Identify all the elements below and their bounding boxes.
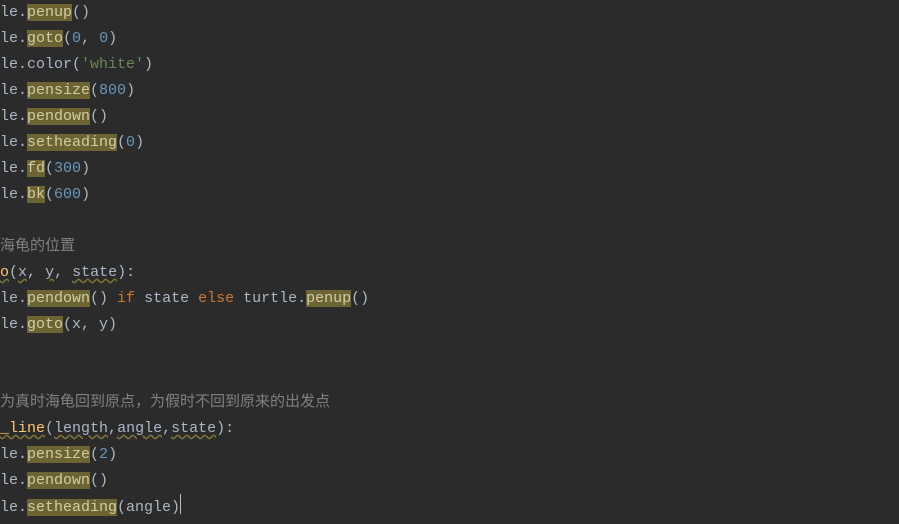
code-line — [0, 342, 9, 359]
text-cursor — [180, 494, 181, 514]
code-line: le.penup() — [0, 4, 90, 21]
code-line: le.pendown() — [0, 472, 108, 489]
code-line — [0, 212, 9, 229]
code-editor[interactable]: le.penup() le.goto(0, 0) le.color('white… — [0, 0, 899, 521]
code-line: le.fd(300) — [0, 160, 90, 177]
code-line: _line(length,angle,state): — [0, 420, 234, 437]
code-line: le.setheading(angle) — [0, 499, 181, 516]
code-line: le.pensize(800) — [0, 82, 135, 99]
code-line: le.bk(600) — [0, 186, 90, 203]
code-line: le.pendown() — [0, 108, 108, 125]
code-line: 为真时海龟回到原点，为假时不回到原来的出发点 — [0, 394, 330, 411]
code-line: le.color('white') — [0, 56, 153, 73]
code-line: le.goto(0, 0) — [0, 30, 117, 47]
code-line: 海龟的位置 — [0, 238, 75, 255]
code-line: le.setheading(0) — [0, 134, 144, 151]
code-line: le.pendown() if state else turtle.penup(… — [0, 290, 369, 307]
code-line: o(x, y, state): — [0, 264, 135, 281]
code-line: le.pensize(2) — [0, 446, 117, 463]
code-block: le.penup() le.goto(0, 0) le.color('white… — [0, 0, 899, 521]
code-line — [0, 368, 9, 385]
code-line: le.goto(x, y) — [0, 316, 117, 333]
